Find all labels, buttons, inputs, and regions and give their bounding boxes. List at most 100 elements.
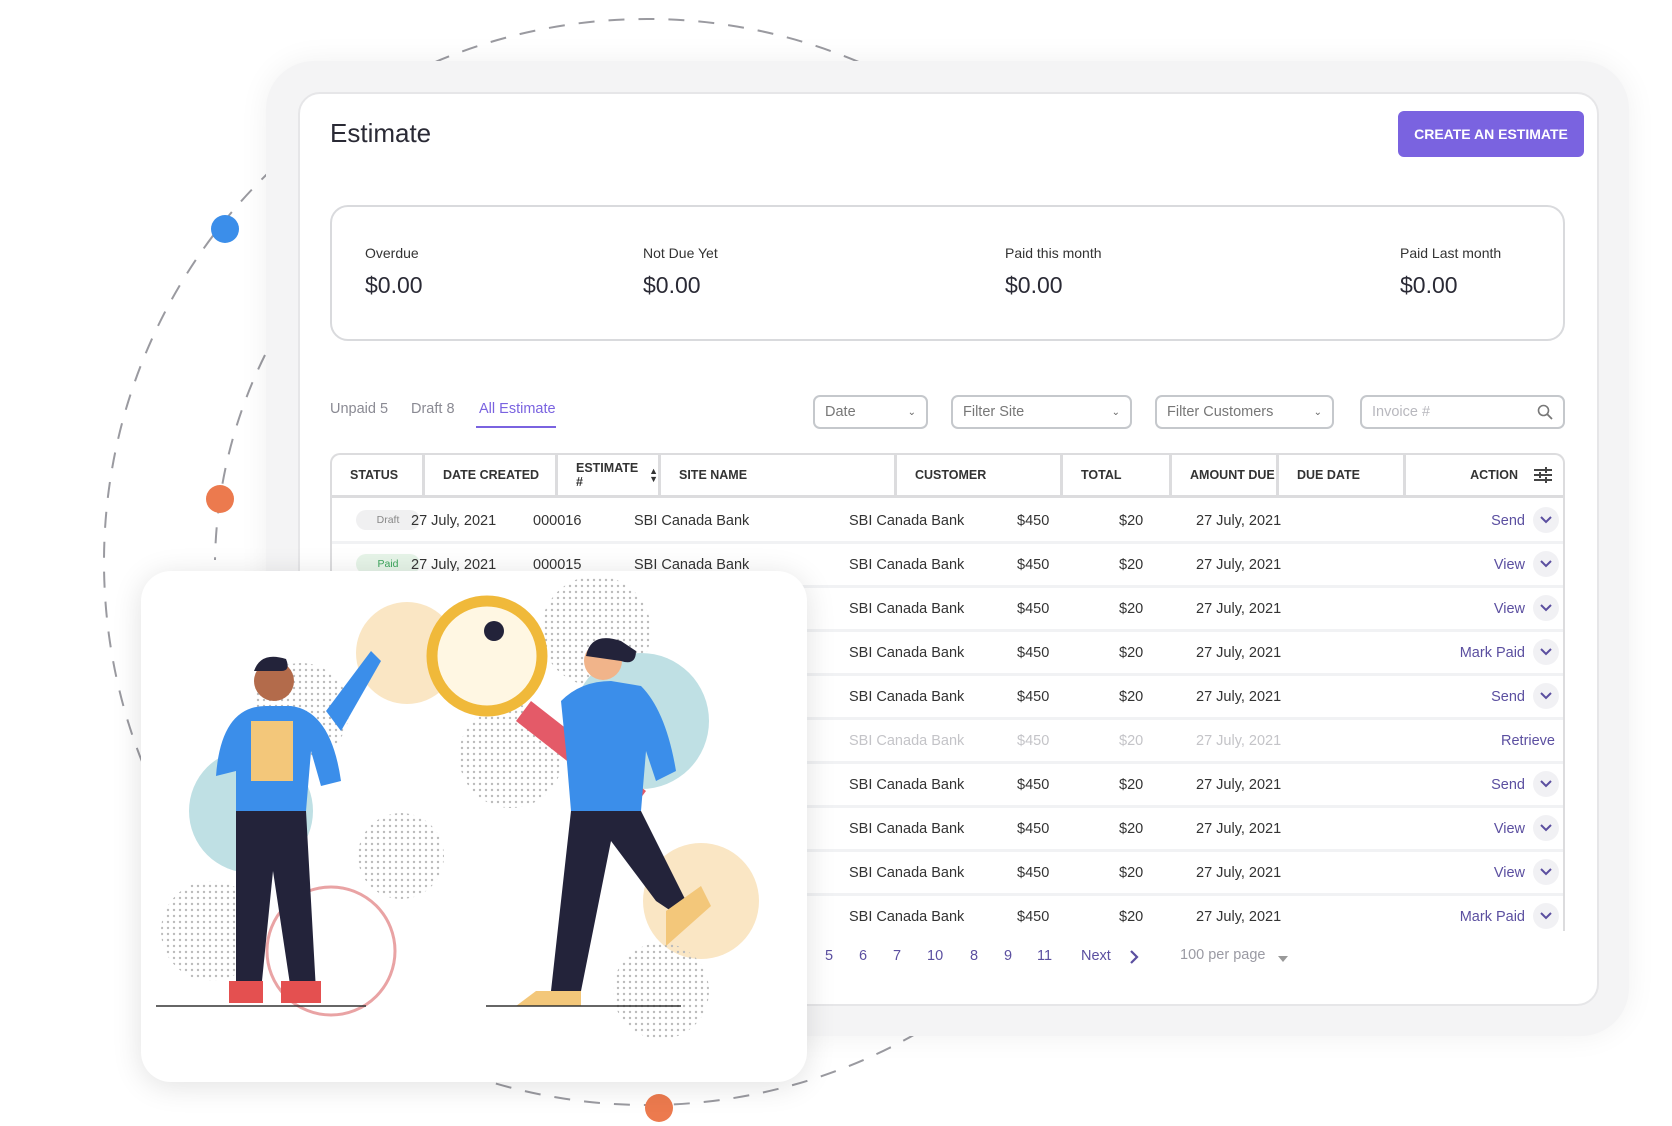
cell-total: $450 [1017, 732, 1050, 749]
page-link-10[interactable]: 10 [927, 948, 943, 964]
chevron-down-icon[interactable] [1533, 507, 1559, 533]
cell-total: $450 [1017, 512, 1050, 529]
row-action-link[interactable]: Send [1491, 676, 1525, 717]
page-link-8[interactable]: 8 [970, 948, 978, 964]
cell-estimate: 000016 [533, 512, 582, 529]
orange-dot [645, 1094, 673, 1122]
cell-total: $450 [1017, 908, 1050, 925]
summary-label: Paid Last month [1400, 245, 1502, 261]
row-action-link[interactable]: Mark Paid [1460, 896, 1525, 931]
chevron-down-icon[interactable] [1533, 859, 1559, 885]
page-link-9[interactable]: 9 [1004, 948, 1012, 964]
chevron-down-icon[interactable] [1533, 903, 1559, 929]
column-header-label: ACTION [1470, 468, 1518, 482]
cell-customer: SBI Canada Bank [849, 556, 965, 573]
cell-customer: SBI Canada Bank [849, 820, 965, 837]
column-header-label: SITE NAME [679, 468, 748, 482]
cell-amount-due: $20 [1119, 644, 1144, 661]
column-header-customer: CUSTOMER [897, 455, 1063, 498]
chevron-down-icon[interactable] [1533, 551, 1559, 577]
column-header-label: TOTAL [1081, 468, 1122, 482]
cell-due-date: 27 July, 2021 [1196, 908, 1282, 925]
summary-panel [330, 205, 1565, 341]
date-filter[interactable]: Date ⌄ [813, 395, 928, 429]
cell-due-date: 27 July, 2021 [1196, 644, 1282, 661]
row-action-link[interactable]: View [1494, 852, 1525, 893]
sliders-icon[interactable] [1534, 467, 1552, 483]
cell-site: SBI Canada Bank [634, 512, 750, 529]
chevron-right-icon[interactable] [1130, 950, 1139, 968]
column-header-action: ACTION [1406, 455, 1563, 498]
summary-label: Not Due Yet [643, 245, 718, 261]
column-header-status: STATUS [332, 455, 425, 498]
page-link-11[interactable]: 11 [1037, 948, 1052, 964]
cell-due-date: 27 July, 2021 [1196, 512, 1282, 529]
cell-amount-due: $20 [1119, 776, 1144, 793]
cell-total: $450 [1017, 820, 1050, 837]
cell-total: $450 [1017, 600, 1050, 617]
create-estimate-button[interactable]: CREATE AN ESTIMATE [1398, 111, 1584, 157]
summary-label: Overdue [365, 245, 419, 261]
date-filter-label: Date [825, 404, 856, 420]
row-action-link[interactable]: View [1494, 544, 1525, 585]
row-action-link[interactable]: Send [1491, 764, 1525, 805]
caret-down-icon[interactable] [1278, 956, 1288, 962]
cell-due-date: 27 July, 2021 [1196, 556, 1282, 573]
row-action-link[interactable]: Mark Paid [1460, 632, 1525, 673]
cell-customer: SBI Canada Bank [849, 732, 965, 749]
cell-customer: SBI Canada Bank [849, 512, 965, 529]
cell-total: $450 [1017, 688, 1050, 705]
cell-customer: SBI Canada Bank [849, 776, 965, 793]
column-header-amount-due: AMOUNT DUE [1172, 455, 1279, 498]
cell-total: $450 [1017, 556, 1050, 573]
cell-customer: SBI Canada Bank [849, 688, 965, 705]
chevron-down-icon[interactable] [1533, 639, 1559, 665]
tab-draft-8[interactable]: Draft 8 [411, 401, 455, 417]
sort-arrows-icon[interactable]: ▲ ▼ [649, 467, 658, 484]
invoice-search-input[interactable]: Invoice # [1360, 395, 1565, 429]
next-page-link[interactable]: Next [1081, 948, 1111, 964]
page-link-6[interactable]: 6 [859, 948, 867, 964]
illustration-card [141, 571, 807, 1082]
per-page-select[interactable]: 100 per page [1180, 947, 1265, 963]
chevron-down-icon[interactable] [1533, 683, 1559, 709]
cell-due-date: 27 July, 2021 [1196, 688, 1282, 705]
chevron-down-icon[interactable] [1533, 815, 1559, 841]
cell-due-date: 27 July, 2021 [1196, 776, 1282, 793]
cell-amount-due: $20 [1119, 512, 1144, 529]
page-link-5[interactable]: 5 [825, 948, 833, 964]
column-header-label: DUE DATE [1297, 468, 1360, 482]
blue-dot [211, 215, 239, 243]
row-action-link[interactable]: Retrieve [1501, 720, 1555, 761]
summary-value: $0.00 [1005, 272, 1063, 298]
cell-amount-due: $20 [1119, 908, 1144, 925]
column-header-label: DATE CREATED [443, 468, 540, 482]
search-icon[interactable] [1537, 404, 1553, 420]
people-with-magnifier-illustration [156, 576, 759, 1039]
tab-all-estimate[interactable]: All Estimate [479, 401, 556, 417]
page-title: Estimate [330, 118, 432, 148]
chevron-down-icon[interactable] [1533, 771, 1559, 797]
cell-due-date: 27 July, 2021 [1196, 732, 1282, 749]
customers-filter[interactable]: Filter Customers ⌄ [1155, 395, 1334, 429]
chevron-down-icon[interactable] [1533, 595, 1559, 621]
cell-amount-due: $20 [1119, 556, 1144, 573]
page-link-7[interactable]: 7 [893, 948, 901, 964]
row-action-link[interactable]: View [1494, 808, 1525, 849]
cell-customer: SBI Canada Bank [849, 600, 965, 617]
column-header-due-date: DUE DATE [1279, 455, 1406, 498]
summary-label: Paid this month [1005, 245, 1102, 261]
tab-unpaid-5[interactable]: Unpaid 5 [330, 401, 388, 417]
summary-value: $0.00 [365, 272, 423, 298]
cell-amount-due: $20 [1119, 600, 1144, 617]
cell-date-created: 27 July, 2021 [411, 512, 497, 529]
cell-customer: SBI Canada Bank [849, 644, 965, 661]
chevron-down-icon: ⌄ [1313, 406, 1322, 418]
cell-due-date: 27 July, 2021 [1196, 820, 1282, 837]
row-action-link[interactable]: Send [1491, 500, 1525, 541]
column-header-estimate[interactable]: ESTIMATE # ▲ ▼ [558, 455, 661, 498]
site-filter[interactable]: Filter Site ⌄ [951, 395, 1132, 429]
row-action-link[interactable]: View [1494, 588, 1525, 629]
chevron-down-icon: ⌄ [1111, 406, 1120, 418]
table-row: Draft 27 July, 2021 000016 SBI Canada Bank S… [332, 500, 1563, 544]
